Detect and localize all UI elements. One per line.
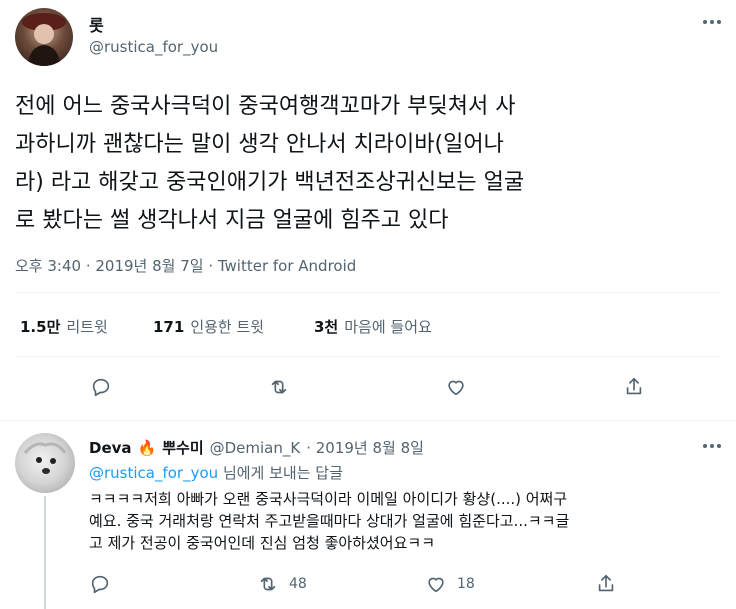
reply-retweet-button[interactable]: 48 (257, 573, 307, 595)
tweet-line: 라) 라고 해갖고 중국인애기가 백년전조상귀신보는 얼굴 (15, 170, 525, 195)
like-icon (428, 577, 444, 593)
reply-handle[interactable]: @Demian_K (210, 439, 301, 457)
reply-header: Deva 🔥 뿌수미 @Demian_K · 2019년 8월 8일 (89, 437, 424, 458)
tweet-line: 과하니까 괜찮다는 말이 생각 안나서 치라이바(일어나 (15, 132, 504, 157)
reply-avatar[interactable] (15, 433, 75, 493)
tweet-line: 전에 어느 중국사극덕이 중국여행객꼬마가 부딪쳐서 사 (15, 94, 516, 119)
retweet-icon (260, 577, 276, 591)
quote-stat-count: 171 (153, 318, 185, 336)
quote-stat-label: 인용한 트윗 (190, 318, 265, 336)
tweet-meta[interactable]: 오후 3:40 · 2019년 8월 7일 · Twitter for Andr… (15, 255, 356, 276)
share-button[interactable] (623, 376, 645, 398)
reply-icon (92, 378, 110, 397)
reply-body: ㅋㅋㅋㅋ저희 아빠가 오랜 중국사극덕이라 이메일 아이디가 황샹(....) … (89, 488, 569, 554)
author-handle[interactable]: @rustica_for_you (89, 38, 218, 56)
dog-avatar-icon (23, 442, 67, 474)
share-icon (598, 574, 614, 592)
author-display-name[interactable]: 롯 (89, 12, 104, 36)
tweet-line: 로 봤다는 썰 생각나서 지금 얼굴에 힘주고 있다 (15, 208, 449, 233)
reply-like-count: 18 (457, 576, 475, 592)
retweet-stat-count: 1.5만 (20, 318, 61, 336)
reply-share-button[interactable] (595, 573, 617, 595)
retweet-stat-label: 리트윗 (66, 318, 108, 336)
reply-name-suffix[interactable]: 뿌수미 (162, 437, 203, 458)
reply-retweet-count: 48 (289, 576, 307, 592)
replying-to: @rustica_for_you 님에게 보내는 답글 (89, 462, 343, 483)
reply-more-icon[interactable] (703, 444, 721, 448)
tweet-body: 전에 어느 중국사극덕이 중국여행객꼬마가 부딪쳐서 사 과하니까 괜찮다는 말… (15, 88, 524, 240)
reply-icon (91, 575, 109, 594)
retweet-button[interactable] (268, 376, 290, 398)
thread-line (44, 496, 46, 609)
avatar-portrait-icon (22, 13, 66, 66)
reply-line: 고 제가 전공이 중국어인데 진심 엄청 좋아하셨어요ㅋㅋ (89, 534, 436, 552)
replying-to-handle[interactable]: @rustica_for_you (89, 464, 218, 482)
like-stat[interactable]: 3천 마음에 들어요 (314, 316, 432, 337)
retweet-stat[interactable]: 1.5만 리트윗 (20, 316, 108, 337)
reply-line: ㅋㅋㅋㅋ저희 아빠가 오랜 중국사극덕이라 이메일 아이디가 황샹(....) … (89, 490, 568, 508)
reply-reply-button[interactable] (89, 573, 111, 595)
replying-to-label: 님에게 보내는 답글 (222, 464, 343, 482)
like-stat-count: 3천 (314, 318, 339, 336)
author-avatar[interactable] (15, 8, 73, 66)
reply-line: 예요. 중국 거래처랑 연락처 주고받을때마다 상대가 얼굴에 힘준다고...ㅋ… (89, 512, 570, 530)
retweet-icon (271, 380, 287, 394)
like-stat-label: 마음에 들어요 (344, 318, 432, 336)
more-icon[interactable] (703, 20, 721, 24)
reply-display-name[interactable]: Deva (89, 439, 132, 457)
fire-icon: 🔥 (137, 438, 157, 457)
like-button[interactable] (445, 376, 467, 398)
reply-like-button[interactable]: 18 (425, 573, 475, 595)
reply-button[interactable] (90, 376, 112, 398)
reply-date[interactable]: · 2019년 8월 8일 (306, 437, 424, 458)
like-icon (448, 380, 464, 396)
share-icon (626, 377, 642, 395)
quote-stat[interactable]: 171 인용한 트윗 (153, 316, 264, 337)
